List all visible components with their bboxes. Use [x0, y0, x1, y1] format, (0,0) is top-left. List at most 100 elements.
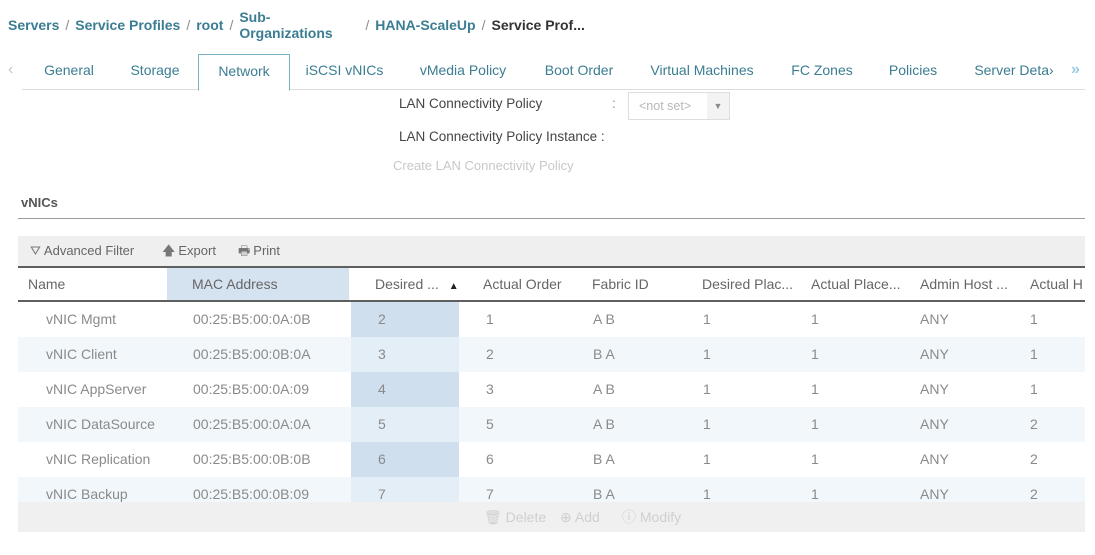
- dropdown-arrow-icon: ▼: [707, 93, 729, 119]
- cell-desired-placement: 1: [703, 451, 711, 467]
- cell-actual-placement: 1: [811, 346, 819, 362]
- tab-fc-zones[interactable]: FC Zones: [782, 54, 862, 89]
- cell-name: vNIC Mgmt: [46, 311, 116, 327]
- lan-policy-value: <not set>: [639, 99, 692, 113]
- cell-mac: 00:25:B5:00:0B:09: [193, 486, 309, 502]
- tab-divider: [22, 89, 1085, 90]
- column-header-mac-address[interactable]: MAC Address: [192, 268, 278, 300]
- cell-admin-host: ANY: [920, 416, 949, 432]
- cell-fabric-id: A B: [593, 381, 615, 397]
- cell-fabric-id: B A: [593, 451, 615, 467]
- cell-fabric-id: B A: [593, 346, 615, 362]
- tab-bar: ‹ General Storage Network iSCSI vNICs vM…: [0, 54, 1095, 91]
- cell-mac: 00:25:B5:00:0A:0B: [193, 311, 311, 327]
- export-label: Export: [178, 243, 216, 258]
- table-header: Name MAC Address Desired ... ▲ Actual Or…: [18, 268, 1085, 302]
- tab-boot-order[interactable]: Boot Order: [535, 54, 623, 89]
- column-header-actual-host[interactable]: Actual H: [1030, 268, 1083, 300]
- lan-policy-instance-label: LAN Connectivity Policy Instance :: [399, 129, 605, 144]
- breadcrumb-hana-scaleup[interactable]: HANA-ScaleUp: [375, 17, 475, 33]
- delete-button[interactable]: 🗑 Delete: [484, 502, 546, 532]
- print-button[interactable]: 🖶 Print: [238, 236, 280, 266]
- cell-admin-host: ANY: [920, 381, 949, 397]
- tab-storage[interactable]: Storage: [120, 54, 190, 89]
- cell-actual-placement: 1: [811, 311, 819, 327]
- breadcrumb-sub-organizations[interactable]: Sub- Organizations: [239, 9, 359, 41]
- cell-desired-placement: 1: [703, 346, 711, 362]
- sub-org-line1: Sub-: [239, 9, 271, 25]
- cell-mac: 00:25:B5:00:0B:0A: [193, 346, 311, 362]
- sub-org-line2: Organizations: [239, 25, 333, 41]
- cell-actual-order: 2: [486, 346, 494, 362]
- table-row[interactable]: vNIC AppServer 00:25:B5:00:0A:09 4 3 A B…: [18, 372, 1085, 407]
- table-row[interactable]: vNIC Mgmt 00:25:B5:00:0A:0B 2 1 A B 1 1 …: [18, 302, 1085, 337]
- cell-actual-host: 1: [1030, 311, 1038, 327]
- cell-actual-placement: 1: [811, 451, 819, 467]
- breadcrumb-separator: /: [186, 17, 191, 33]
- table-row[interactable]: vNIC Replication 00:25:B5:00:0B:0B 6 6 B…: [18, 442, 1085, 477]
- table-toolbar: ⛛ Advanced Filter 🡅 Export 🖶 Print: [18, 236, 1085, 268]
- table-row[interactable]: vNIC DataSource 00:25:B5:00:0A:0A 5 5 A …: [18, 407, 1085, 442]
- breadcrumb-current: Service Prof...: [491, 17, 585, 33]
- column-header-fabric-id[interactable]: Fabric ID: [592, 268, 649, 300]
- cell-actual-host: 1: [1030, 346, 1038, 362]
- cell-mac: 00:25:B5:00:0B:0B: [193, 451, 311, 467]
- breadcrumb-separator: /: [65, 17, 70, 33]
- cell-desired-order: 6: [378, 451, 386, 467]
- cell-actual-host: 1: [1030, 381, 1038, 397]
- lan-policy-select[interactable]: <not set> ▼: [628, 92, 730, 120]
- create-lan-policy-link[interactable]: Create LAN Connectivity Policy: [393, 158, 574, 173]
- cell-desired-order: 3: [378, 346, 386, 362]
- column-header-desired-placement[interactable]: Desired Plac...: [702, 268, 793, 300]
- table-footer-actions: 🗑 Delete ⊕ Add ⓘ Modify: [18, 502, 1085, 532]
- breadcrumb-root[interactable]: root: [196, 17, 223, 33]
- cell-actual-host: 2: [1030, 416, 1038, 432]
- cell-mac: 00:25:B5:00:0A:0A: [193, 416, 311, 432]
- lan-policy-label: LAN Connectivity Policy: [399, 96, 543, 111]
- cell-actual-order: 5: [486, 416, 494, 432]
- tab-policies[interactable]: Policies: [880, 54, 946, 89]
- breadcrumb-service-profiles[interactable]: Service Profiles: [75, 17, 180, 33]
- column-header-admin-host[interactable]: Admin Host ...: [920, 268, 1008, 300]
- modify-button[interactable]: ⓘ Modify: [622, 502, 681, 532]
- cell-actual-placement: 1: [811, 416, 819, 432]
- cell-admin-host: ANY: [920, 451, 949, 467]
- cell-name: vNIC Replication: [46, 451, 151, 467]
- column-header-actual-placement[interactable]: Actual Place...: [811, 268, 901, 300]
- cell-actual-order: 6: [486, 451, 494, 467]
- cell-name: vNIC Backup: [46, 486, 128, 502]
- cell-desired-order: 7: [378, 486, 386, 502]
- tab-server-details[interactable]: Server Deta›: [966, 54, 1062, 89]
- vnics-section-title: vNICs: [21, 195, 58, 210]
- tab-network[interactable]: Network: [198, 54, 290, 91]
- add-label: Add: [574, 509, 600, 525]
- cell-actual-placement: 1: [811, 381, 819, 397]
- column-header-desired-order[interactable]: Desired ... ▲: [375, 268, 459, 300]
- filter-icon: ⛛: [30, 243, 41, 258]
- breadcrumb-servers[interactable]: Servers: [8, 17, 59, 33]
- tab-iscsi-vnics[interactable]: iSCSI vNICs: [297, 54, 392, 89]
- table-row[interactable]: vNIC Client 00:25:B5:00:0B:0A 3 2 B A 1 …: [18, 337, 1085, 372]
- breadcrumb-separator: /: [229, 17, 234, 33]
- advanced-filter-button[interactable]: ⛛ Advanced Filter: [30, 236, 134, 266]
- cell-name: vNIC DataSource: [46, 416, 155, 432]
- export-icon: 🡅: [162, 243, 176, 258]
- cell-desired-placement: 1: [703, 311, 711, 327]
- cell-desired-order: 2: [378, 311, 386, 327]
- cell-desired-order: 4: [378, 381, 386, 397]
- cell-actual-host: 2: [1030, 486, 1038, 502]
- plus-circle-icon: ⊕: [560, 509, 572, 525]
- column-header-actual-order[interactable]: Actual Order: [483, 268, 562, 300]
- export-button[interactable]: 🡅 Export: [162, 236, 216, 266]
- tab-general[interactable]: General: [35, 54, 103, 89]
- tab-virtual-machines[interactable]: Virtual Machines: [642, 54, 762, 89]
- chevron-left-icon[interactable]: ‹: [8, 54, 13, 86]
- table-row[interactable]: vNIC Backup 00:25:B5:00:0B:09 7 7 B A 1 …: [18, 477, 1085, 502]
- cell-admin-host: ANY: [920, 311, 949, 327]
- column-header-name[interactable]: Name: [28, 268, 65, 300]
- chevron-right-icon[interactable]: »: [1071, 54, 1080, 86]
- cell-actual-placement: 1: [811, 486, 819, 502]
- lan-policy-colon: :: [612, 96, 616, 111]
- add-button[interactable]: ⊕ Add: [560, 502, 600, 532]
- tab-vmedia-policy[interactable]: vMedia Policy: [408, 54, 518, 89]
